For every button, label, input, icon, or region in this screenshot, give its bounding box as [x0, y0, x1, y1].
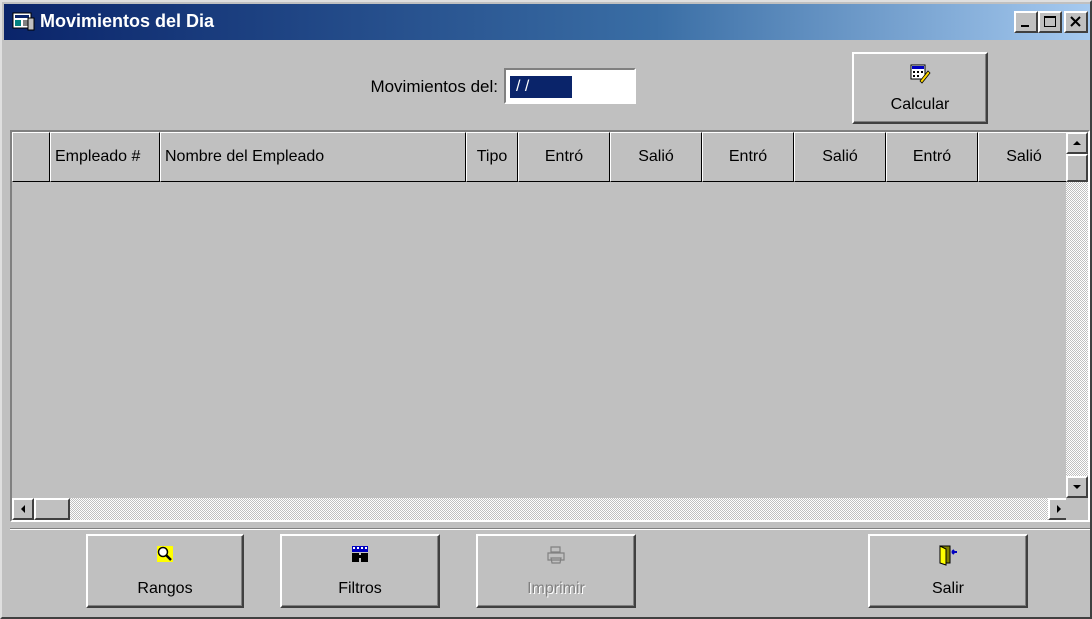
grid-header: Empleado # Nombre del Empleado Tipo Entr…	[12, 132, 1074, 182]
arrow-up-icon	[1073, 141, 1081, 145]
salir-label: Salir	[931, 580, 964, 597]
vertical-scroll-thumb[interactable]	[1066, 154, 1088, 182]
horizontal-scrollbar[interactable]	[12, 498, 1070, 520]
column-header-entro-3[interactable]: Entró	[886, 132, 978, 182]
date-input-value: / /	[510, 76, 572, 98]
date-input[interactable]: / /	[504, 68, 636, 104]
divider	[10, 528, 1090, 530]
maximize-button[interactable]	[1038, 11, 1062, 33]
rangos-label: Rangos	[137, 580, 193, 597]
minimize-icon	[1021, 25, 1029, 27]
arrow-right-icon	[1057, 505, 1061, 513]
binoculars-icon	[352, 546, 368, 562]
column-header-tipo[interactable]: Tipo	[466, 132, 518, 182]
exit-door-icon	[939, 545, 957, 566]
calculator-edit-icon	[910, 64, 931, 84]
scroll-left-button[interactable]	[12, 498, 34, 520]
minimize-button[interactable]	[1014, 11, 1038, 33]
printer-icon	[547, 546, 565, 564]
row-selector-header	[12, 132, 50, 182]
close-icon	[1070, 16, 1081, 27]
window-title: Movimientos del Dia	[40, 11, 215, 31]
maximize-icon	[1044, 16, 1056, 27]
salir-button[interactable]: Salir	[868, 534, 1028, 608]
arrow-down-icon	[1073, 485, 1081, 489]
column-header-salio-1[interactable]: Salió	[610, 132, 702, 182]
column-header-empleado[interactable]: Empleado #	[50, 132, 160, 182]
column-header-entro-2[interactable]: Entró	[702, 132, 794, 182]
scroll-down-button[interactable]	[1066, 476, 1088, 498]
date-label: Movimientos del:	[370, 77, 498, 96]
title-bar[interactable]: Movimientos del Dia	[4, 4, 1090, 40]
calcular-button[interactable]: Calcular	[852, 52, 988, 124]
imprimir-label: Imprimir	[527, 580, 585, 597]
movements-grid[interactable]: Empleado # Nombre del Empleado Tipo Entr…	[10, 130, 1090, 522]
column-header-salio-3[interactable]: Salió	[978, 132, 1070, 182]
close-button[interactable]	[1064, 11, 1088, 33]
column-header-entro-1[interactable]: Entró	[518, 132, 610, 182]
imprimir-button[interactable]: Imprimir	[476, 534, 636, 608]
vertical-scrollbar[interactable]	[1066, 132, 1088, 498]
window: Movimientos del Dia Movimientos del: / /	[0, 0, 1092, 619]
column-header-salio-2[interactable]: Salió	[794, 132, 886, 182]
arrow-left-icon	[21, 505, 25, 513]
filtros-label: Filtros	[338, 580, 382, 597]
scrollbar-corner	[1066, 498, 1088, 520]
filtros-button[interactable]: Filtros	[280, 534, 440, 608]
rangos-button[interactable]: Rangos	[86, 534, 244, 608]
column-header-nombre[interactable]: Nombre del Empleado	[160, 132, 466, 182]
calcular-label: Calcular	[890, 96, 950, 113]
app-icon	[12, 12, 35, 31]
horizontal-scroll-thumb[interactable]	[34, 498, 70, 520]
magnifier-icon	[157, 546, 173, 562]
scroll-up-button[interactable]	[1066, 132, 1088, 154]
